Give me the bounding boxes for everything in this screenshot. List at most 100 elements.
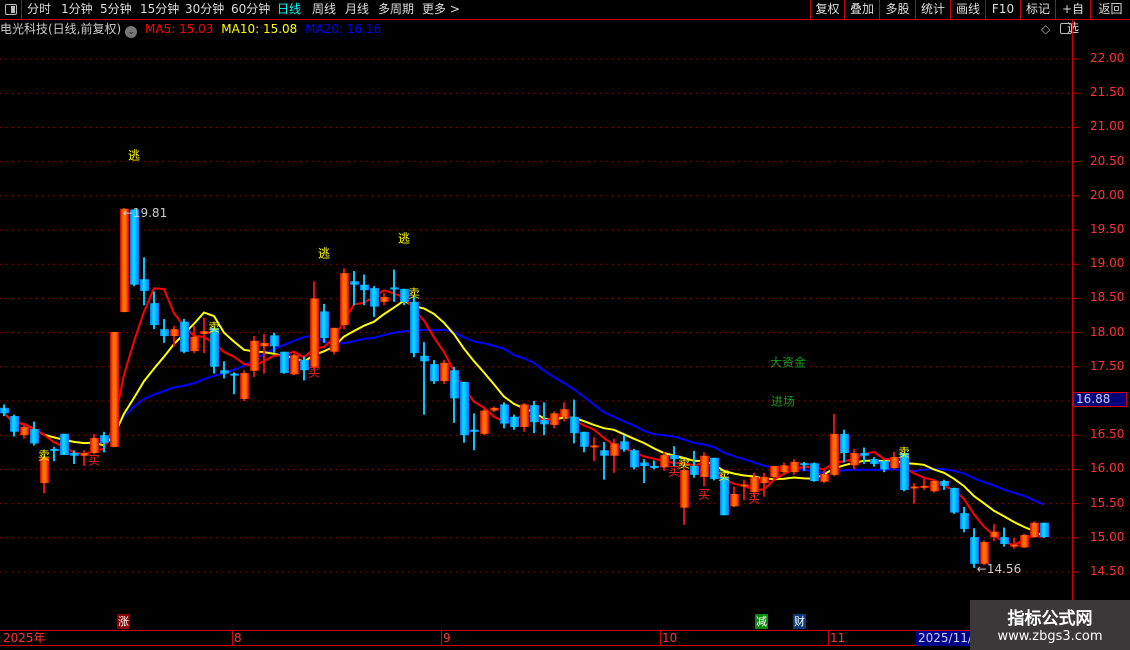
- enter-annotation: 进场: [770, 394, 796, 409]
- price-tick-label: 15.50: [1090, 495, 1125, 510]
- price-tick-label: 18.50: [1090, 290, 1125, 305]
- price-tick-label: 16.00: [1090, 461, 1125, 476]
- price-tick-label: 14.50: [1090, 564, 1125, 578]
- candle-down: [1040, 522, 1049, 538]
- candle-up: [850, 452, 859, 466]
- candle-up: [380, 297, 389, 302]
- price-tick-label: 15.00: [1090, 529, 1125, 544]
- candle-down: [60, 433, 69, 456]
- candle-down: [280, 351, 289, 373]
- time-label-nov: 11: [828, 631, 846, 646]
- price-tick-label: 16.50: [1090, 427, 1125, 442]
- signal-label: 卖: [207, 320, 221, 335]
- low-price-label: ←14.56: [976, 562, 1022, 576]
- candle-down: [870, 459, 879, 464]
- candle-up: [310, 298, 319, 367]
- candle-down: [150, 303, 159, 326]
- candle-down: [540, 420, 549, 425]
- candle-down: [530, 405, 539, 423]
- candle-up: [260, 342, 269, 347]
- price-tick-label: 20.00: [1090, 187, 1125, 202]
- candle-up: [20, 426, 29, 436]
- candle-up: [120, 208, 129, 313]
- signal-label: 卖: [717, 468, 731, 483]
- price-tick-label: 20.50: [1090, 153, 1125, 168]
- candle-down: [640, 462, 649, 466]
- candle-up: [190, 336, 199, 352]
- candle-down: [390, 287, 399, 290]
- candle-up: [590, 445, 599, 448]
- candle-down: [430, 364, 439, 382]
- high-price-label: ←19.81: [122, 206, 168, 220]
- signal-label: 逃: [397, 231, 411, 246]
- candle-down: [350, 281, 359, 285]
- candle-up: [820, 474, 829, 482]
- candle-down: [370, 288, 379, 307]
- candle-down: [690, 465, 699, 475]
- candle-up: [170, 329, 179, 337]
- candle-down: [880, 461, 889, 470]
- signal-label: 卖: [407, 286, 421, 301]
- high-price-value: 19.81: [132, 206, 168, 220]
- candle-down: [860, 452, 869, 456]
- signal-label: 买: [307, 365, 321, 380]
- signal-label: 逃: [317, 246, 331, 261]
- time-label-oct: 10: [660, 631, 678, 646]
- candle-up: [480, 410, 489, 434]
- signal-label: 买: [667, 464, 681, 479]
- candle-down: [100, 435, 109, 443]
- candle-up: [1020, 535, 1029, 548]
- signal-label: 逃: [127, 148, 141, 163]
- candle-down: [130, 209, 139, 285]
- candle-up: [910, 486, 919, 489]
- candle-up: [110, 331, 119, 447]
- watermark-url: www.zbgs3.com: [997, 629, 1103, 644]
- candle-up: [290, 355, 299, 375]
- candle-up: [990, 531, 999, 538]
- candle-up: [1010, 544, 1019, 547]
- candle-down: [230, 373, 239, 376]
- marker-reduce[interactable]: 减: [755, 614, 768, 629]
- candlestick-chart: [0, 58, 1079, 573]
- candle-up: [760, 476, 769, 484]
- watermark-title: 指标公式网: [1007, 609, 1093, 629]
- candle-down: [840, 433, 849, 453]
- price-tick-label: 17.50: [1090, 358, 1125, 373]
- candle-down: [570, 416, 579, 434]
- candle-down: [140, 279, 149, 291]
- big-money-annotation: 大资金: [769, 355, 807, 370]
- candle-up: [440, 362, 449, 382]
- candle-up: [830, 433, 839, 475]
- candle-down: [510, 416, 519, 427]
- candle-down: [960, 513, 969, 529]
- candle-down: [220, 370, 229, 374]
- marker-rise[interactable]: 涨: [117, 614, 130, 629]
- candle-down: [180, 321, 189, 352]
- candle-up: [560, 409, 569, 417]
- candle-down: [600, 450, 609, 456]
- price-tick-label: 21.50: [1090, 85, 1125, 100]
- candle-down: [320, 311, 329, 339]
- candle-down: [970, 537, 979, 564]
- candle-up: [700, 455, 709, 477]
- candle-up: [610, 443, 619, 456]
- candle-down: [500, 404, 509, 424]
- low-price-value: 14.56: [986, 562, 1022, 576]
- candle-down: [420, 355, 429, 362]
- candle-down: [0, 407, 9, 414]
- candle-up: [1030, 522, 1039, 538]
- candle-down: [810, 463, 819, 482]
- candle-down: [1000, 537, 1009, 544]
- candle-up: [930, 481, 939, 492]
- candle-up: [680, 470, 689, 508]
- candle-down: [360, 284, 369, 291]
- candle-down: [580, 431, 589, 447]
- candle-down: [800, 463, 809, 466]
- candle-down: [950, 487, 959, 513]
- time-label-year: 2025年: [3, 631, 46, 645]
- candle-down: [940, 481, 949, 486]
- marker-finance[interactable]: 财: [793, 614, 806, 629]
- candle-down: [470, 429, 479, 432]
- candle-up: [490, 407, 499, 411]
- candle-up: [240, 372, 249, 399]
